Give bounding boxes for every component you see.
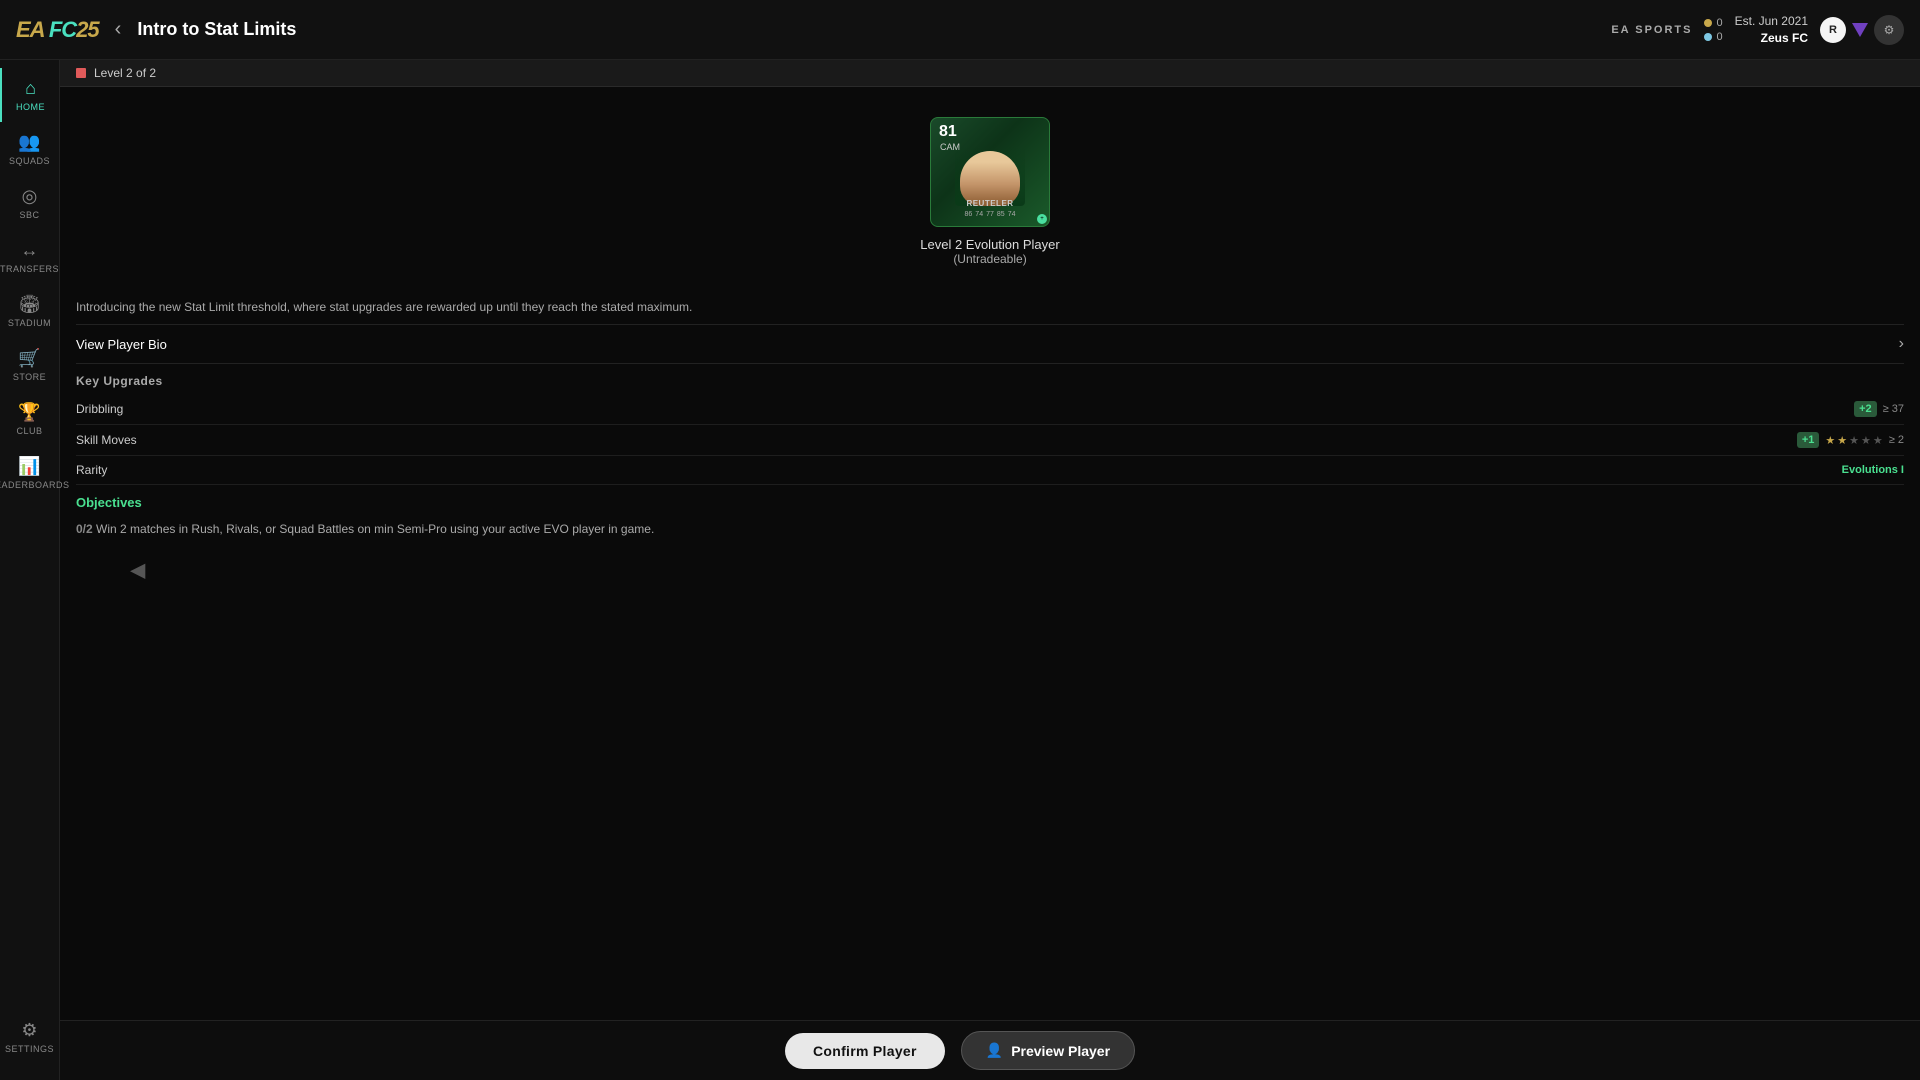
sidebar-item-transfers[interactable]: ↔ Transfers bbox=[0, 230, 59, 284]
bio-label: View Player Bio bbox=[76, 337, 167, 352]
club-name: Zeus FC bbox=[1735, 30, 1808, 47]
transfers-icon: ↔ bbox=[21, 240, 39, 261]
skillmoves-num: ≥ 2 bbox=[1889, 434, 1904, 446]
coins-area: 0 0 bbox=[1704, 17, 1722, 43]
card-position: CAM bbox=[940, 142, 960, 152]
objective-text: Win 2 matches in Rush, Rivals, or Squad … bbox=[96, 522, 654, 536]
preview-icon: 👤 bbox=[986, 1042, 1003, 1059]
sidebar-item-leaderboards[interactable]: 📊 Leaderboards bbox=[0, 446, 59, 500]
star-row: ★ ★ ★ ★ ★ bbox=[1825, 434, 1882, 447]
sbc-icon: ◎ bbox=[22, 186, 38, 207]
star-5: ★ bbox=[1873, 434, 1883, 447]
view-player-bio-row[interactable]: View Player Bio › bbox=[76, 324, 1904, 364]
player-card: 81 CAM Reuteler 86 74 77 85 74 + bbox=[930, 117, 1050, 227]
star-4: ★ bbox=[1861, 434, 1871, 447]
upgrade-row-dribbling: Dribbling +2 ≥ 37 bbox=[76, 394, 1904, 425]
sidebar-label-club: Club bbox=[16, 426, 42, 436]
level-bar: Level 2 of 2 bbox=[60, 60, 1920, 87]
club-badge: R bbox=[1820, 17, 1846, 43]
leaderboards-icon: 📊 bbox=[18, 456, 40, 477]
left-nav-arrow[interactable]: ◀ bbox=[130, 558, 145, 583]
points-value: 0 bbox=[1716, 31, 1722, 43]
topbar-right: EA SPORTS 0 0 Est. Jun 2021 Zeus FC R ⚙ bbox=[1611, 13, 1904, 47]
rarity-value: Evolutions I bbox=[1842, 464, 1904, 476]
star-1: ★ bbox=[1825, 434, 1835, 447]
back-button[interactable]: ‹ bbox=[115, 18, 122, 41]
level-badge-icon bbox=[76, 68, 86, 78]
dribbling-plus: +2 bbox=[1854, 401, 1877, 417]
upgrade-row-skillmoves: Skill Moves +1 ★ ★ ★ ★ ★ ≥ 2 bbox=[76, 425, 1904, 456]
club-icon: 🏆 bbox=[18, 402, 40, 423]
sidebar-label-settings: Settings bbox=[5, 1044, 54, 1054]
sidebar-bottom: ⚙ Settings bbox=[5, 1010, 54, 1080]
sidebar-item-club[interactable]: 🏆 Club bbox=[0, 392, 59, 446]
objective-progress: 0/2 bbox=[76, 522, 93, 536]
star-2: ★ bbox=[1837, 434, 1847, 447]
sidebar-label-stadium: Stadium bbox=[8, 318, 51, 328]
point-icon bbox=[1704, 33, 1712, 41]
dribbling-num: ≥ 37 bbox=[1883, 403, 1904, 415]
skillmoves-label: Skill Moves bbox=[76, 433, 137, 447]
coins-value: 0 bbox=[1716, 17, 1722, 29]
key-upgrades-header: Key Upgrades bbox=[76, 364, 1904, 394]
preview-label: Preview Player bbox=[1011, 1043, 1110, 1059]
confirm-player-button[interactable]: Confirm Player bbox=[785, 1033, 945, 1069]
home-icon: ⌂ bbox=[25, 78, 36, 99]
ea-sports-logo: EA SPORTS bbox=[1611, 24, 1692, 36]
dribbling-value: +2 ≥ 37 bbox=[1854, 401, 1904, 417]
app-logo: EA FC25 bbox=[16, 17, 99, 43]
card-rating: 81 bbox=[939, 124, 957, 140]
card-name: Reuteler bbox=[966, 199, 1013, 208]
topbar-left: EA FC25 ‹ Intro to Stat Limits bbox=[16, 17, 296, 43]
level-text: Level 2 of 2 bbox=[94, 66, 156, 80]
player-card-label: Level 2 Evolution Player bbox=[920, 237, 1059, 252]
sidebar-label-store: Store bbox=[13, 372, 46, 382]
rarity-label: Rarity bbox=[76, 463, 107, 477]
sidebar-label-squads: Squads bbox=[9, 156, 50, 166]
content-area: Introducing the new Stat Limit threshold… bbox=[60, 286, 1920, 542]
sidebar: ⌂ Home 👥 Squads ◎ SBC ↔ Transfers 🏟 Stad… bbox=[0, 60, 60, 1080]
gear-icon: ⚙ bbox=[21, 1020, 37, 1041]
player-card-sublabel: (Untradeable) bbox=[953, 252, 1026, 266]
page-title: Intro to Stat Limits bbox=[137, 19, 296, 40]
sidebar-label-leaderboards: Leaderboards bbox=[0, 480, 70, 490]
main-content: Level 2 of 2 ◀ 81 CAM Reuteler 86 74 77 … bbox=[60, 60, 1920, 1080]
user-info: Est. Jun 2021 Zeus FC bbox=[1735, 13, 1808, 47]
player-area: 81 CAM Reuteler 86 74 77 85 74 + Level 2… bbox=[60, 87, 1920, 286]
rarity-text: Evolutions I bbox=[1842, 464, 1904, 476]
card-stats-row: 86 74 77 85 74 bbox=[965, 211, 1016, 218]
est-label: Est. Jun 2021 bbox=[1735, 13, 1808, 30]
description-text: Introducing the new Stat Limit threshold… bbox=[76, 286, 1904, 324]
user-icons: R ⚙ bbox=[1820, 15, 1904, 45]
preview-player-button[interactable]: 👤 Preview Player bbox=[961, 1031, 1135, 1070]
skillmoves-plus: +1 bbox=[1797, 432, 1820, 448]
bio-arrow-icon: › bbox=[1899, 335, 1904, 353]
objective-item-1: 0/2 Win 2 matches in Rush, Rivals, or Sq… bbox=[76, 516, 1904, 542]
star-3: ★ bbox=[1849, 434, 1859, 447]
settings-icon[interactable]: ⚙ bbox=[1874, 15, 1904, 45]
player-image bbox=[955, 146, 1025, 206]
bottom-bar: Confirm Player 👤 Preview Player bbox=[0, 1020, 1920, 1080]
triangle-icon bbox=[1852, 23, 1868, 37]
squads-icon: 👥 bbox=[18, 132, 40, 153]
sidebar-label-sbc: SBC bbox=[19, 210, 39, 220]
sidebar-item-squads[interactable]: 👥 Squads bbox=[0, 122, 59, 176]
sidebar-label-transfers: Transfers bbox=[0, 264, 59, 274]
store-icon: 🛒 bbox=[18, 348, 40, 369]
player-silhouette bbox=[960, 151, 1020, 206]
objectives-header: Objectives bbox=[76, 485, 1904, 516]
sidebar-item-settings[interactable]: ⚙ Settings bbox=[5, 1010, 54, 1064]
sidebar-label-home: Home bbox=[16, 102, 45, 112]
dribbling-label: Dribbling bbox=[76, 402, 123, 416]
evolution-badge: + bbox=[1037, 214, 1047, 224]
sidebar-item-stadium[interactable]: 🏟 Stadium bbox=[0, 284, 59, 338]
upgrade-row-rarity: Rarity Evolutions I bbox=[76, 456, 1904, 485]
coin-icon bbox=[1704, 19, 1712, 27]
topbar: EA FC25 ‹ Intro to Stat Limits EA SPORTS… bbox=[0, 0, 1920, 60]
sidebar-item-store[interactable]: 🛒 Store bbox=[0, 338, 59, 392]
sidebar-item-sbc[interactable]: ◎ SBC bbox=[0, 176, 59, 230]
sidebar-item-home[interactable]: ⌂ Home bbox=[0, 68, 59, 122]
skillmoves-value: +1 ★ ★ ★ ★ ★ ≥ 2 bbox=[1797, 432, 1904, 448]
stadium-icon: 🏟 bbox=[18, 294, 41, 315]
